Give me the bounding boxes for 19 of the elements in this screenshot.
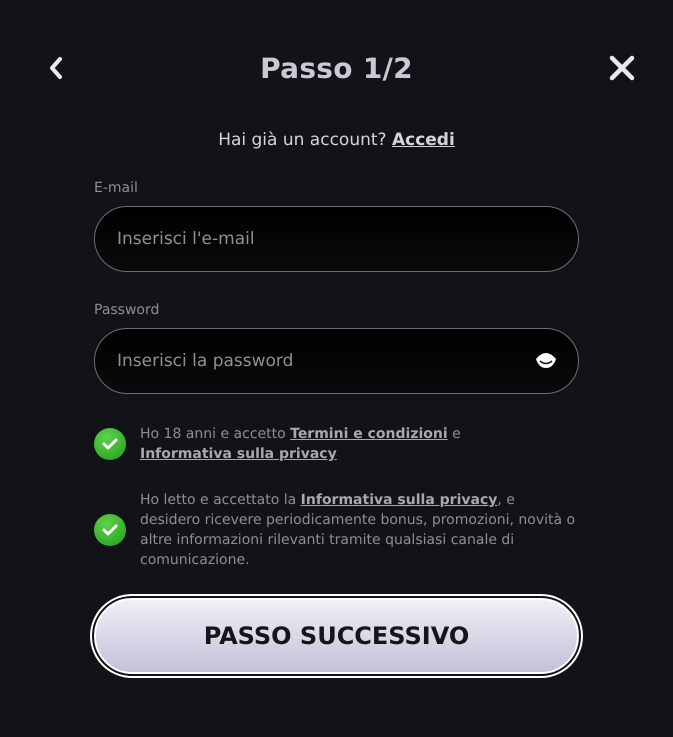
- email-field[interactable]: Inserisci l'e-mail: [94, 206, 579, 272]
- checkmark-icon: [102, 523, 118, 537]
- eye-icon[interactable]: [535, 351, 557, 369]
- terms-link[interactable]: Informativa sulla privacy: [300, 492, 498, 508]
- consent-text: Ho 18 anni e accetto Termini e condizioni e Informativa sulla privacy: [140, 425, 462, 464]
- step-title: Passo 1/2: [260, 52, 413, 84]
- checkbox[interactable]: [94, 514, 126, 546]
- chevron-left-icon: [48, 56, 64, 80]
- close-icon: [609, 55, 635, 81]
- terms-link[interactable]: Informativa sulla privacy: [140, 446, 337, 462]
- login-link[interactable]: Accedi: [392, 130, 455, 150]
- checkbox[interactable]: [94, 428, 126, 460]
- field-label: Password: [94, 302, 160, 318]
- login-prompt: Hai già un account?: [218, 130, 387, 150]
- terms-link[interactable]: Termini e condizioni: [290, 426, 448, 442]
- checkmark-icon: [102, 437, 118, 451]
- consent-text: Ho letto e accettato la Informativa sulla privacy, e desidero ricevere periodicamente bonus, promozioni, novità o altre informazioni rilevanti tramite qualsiasi canale di comunicazione.: [140, 491, 576, 570]
- password-field[interactable]: Inserisci la password: [94, 328, 579, 394]
- field-label: E-mail: [94, 180, 139, 196]
